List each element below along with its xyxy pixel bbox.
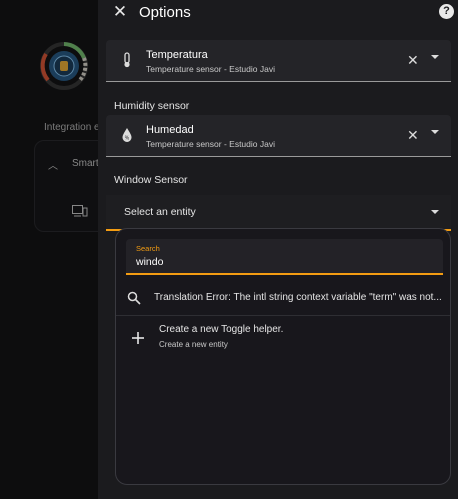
humidity-entity-sub: Temperature sensor - Estudio Javi	[146, 139, 275, 149]
humidity-entity-name: Humedad	[146, 124, 194, 136]
result-text: Create a new Toggle helper.	[159, 324, 284, 335]
close-icon[interactable]: ✕	[110, 2, 130, 22]
divider	[116, 315, 450, 316]
dialog-header: ✕ Options ?	[98, 0, 458, 26]
help-icon[interactable]: ?	[439, 4, 454, 19]
list-item[interactable]: Translation Error: The intl string conte…	[116, 287, 450, 315]
select-placeholder: Select an entity	[124, 206, 196, 218]
search-value[interactable]: windo	[136, 256, 163, 268]
temperature-entity-sub: Temperature sensor - Estudio Javi	[146, 64, 275, 74]
result-sub: Create a new entity	[159, 340, 228, 349]
search-input[interactable]: Search windo	[126, 239, 443, 275]
window-sensor-select[interactable]: Select an entity	[106, 195, 451, 231]
clear-icon[interactable]: ✕	[407, 52, 419, 69]
entity-picker-popup: Search windo Translation Error: The intl…	[115, 228, 451, 485]
dialog-title: Options	[139, 4, 191, 21]
dropdown-arrow-icon[interactable]	[431, 210, 439, 214]
search-icon	[127, 291, 141, 305]
humidity-section-label: Humidity sensor	[114, 100, 190, 112]
temperature-sensor-field[interactable]: Temperatura Temperature sensor - Estudio…	[106, 40, 451, 82]
water-drop-icon: %	[122, 128, 132, 142]
plus-icon	[132, 332, 144, 344]
humidity-sensor-field[interactable]: % Humedad Temperature sensor - Estudio J…	[106, 115, 451, 157]
svg-text:%: %	[125, 136, 130, 142]
dropdown-arrow-icon[interactable]	[431, 55, 439, 59]
result-text: Translation Error: The intl string conte…	[154, 292, 442, 303]
list-item[interactable]: Create a new Toggle helper. Create a new…	[116, 321, 450, 353]
temperature-entity-name: Temperatura	[146, 49, 208, 61]
clear-icon[interactable]: ✕	[407, 127, 419, 144]
dropdown-arrow-icon[interactable]	[431, 130, 439, 134]
search-label: Search	[136, 244, 160, 253]
thermometer-icon	[124, 52, 130, 68]
window-section-label: Window Sensor	[114, 174, 188, 186]
